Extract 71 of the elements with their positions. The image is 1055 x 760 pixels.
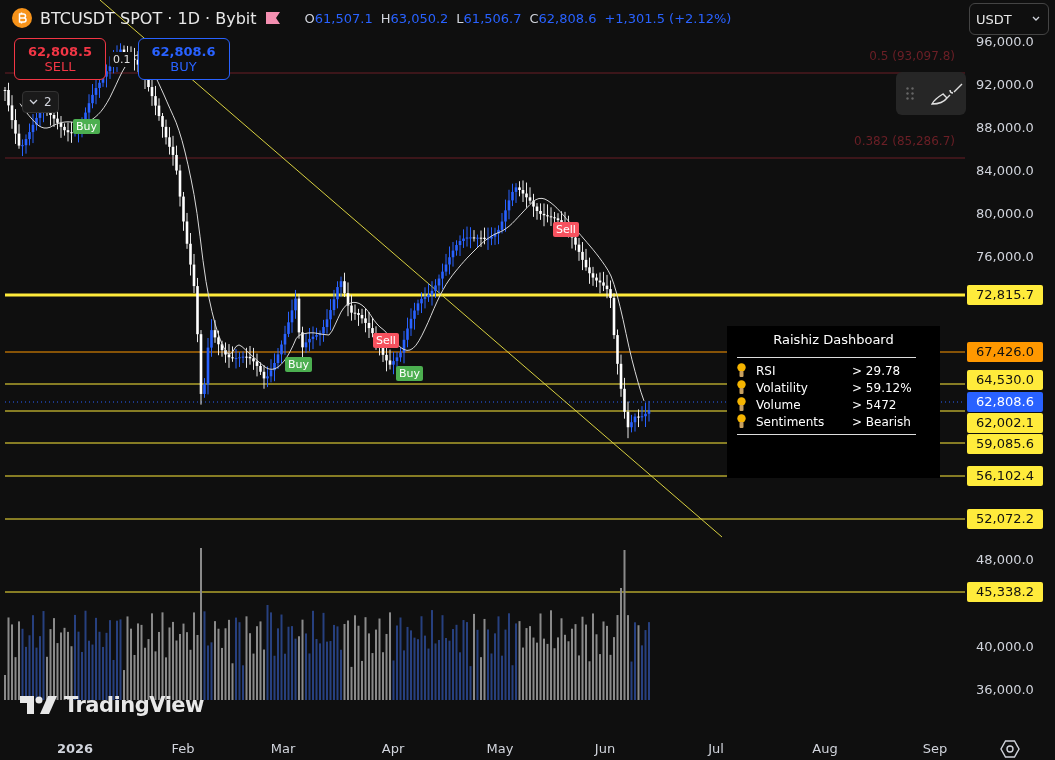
ohlc-key: O <box>304 10 315 26</box>
buy-signal: Buy <box>396 366 424 381</box>
metric-label: RSI <box>756 363 777 378</box>
currency-select[interactable]: USDT <box>969 3 1049 35</box>
price-tick: 76,000.0 <box>976 248 1034 266</box>
ohlc-value: 63,050.2 <box>390 10 449 26</box>
logo-icon <box>20 695 58 715</box>
time-label: Sep <box>922 741 948 756</box>
metric-value: > Bearish <box>852 414 911 429</box>
sell-signal: Sell <box>553 222 579 237</box>
price-label: 62,808.6 <box>967 392 1043 412</box>
time-label: Aug <box>812 741 838 756</box>
time-label: Mar <box>270 741 296 756</box>
metric-value: > 59.12% <box>852 380 912 395</box>
logo-wordmark: TradingView <box>64 693 204 717</box>
price-tick: 84,000.0 <box>976 162 1034 180</box>
price-label: 52,072.2 <box>967 509 1043 529</box>
lightbulb-icon <box>737 363 746 378</box>
quantity-label: 0.1 <box>110 51 134 67</box>
price-tick: 96,000.0 <box>976 33 1034 51</box>
price-tick: 92,000.0 <box>976 76 1034 94</box>
price-tick: 88,000.0 <box>976 119 1034 137</box>
ohlc-key: C <box>529 10 539 26</box>
price-tick: 36,000.0 <box>976 681 1034 699</box>
price-label: 56,102.4 <box>967 466 1043 486</box>
metric-value: > 29.78 <box>852 363 901 378</box>
ohlc-value: 61,506.7 <box>463 10 522 26</box>
time-label: 2026 <box>56 741 94 756</box>
time-label: Feb <box>171 741 195 756</box>
sell-signal: Sell <box>373 333 399 348</box>
fib-level-label: 0.382 (85,286.7) <box>854 134 955 148</box>
indicator-toggle[interactable]: 2 <box>22 91 59 113</box>
fib-level-label: 0.5 (93,097.8) <box>869 49 955 63</box>
ohlc-value: 61,507.1 <box>314 10 373 26</box>
metric-label: Volume <box>756 397 802 412</box>
drag-handle-icon[interactable] <box>906 86 914 101</box>
price-label: 62,002.1 <box>967 413 1043 433</box>
price-label: 67,426.0 <box>967 342 1043 362</box>
flag-icon[interactable] <box>264 11 281 25</box>
time-label: Jun <box>594 741 616 756</box>
lightbulb-icon <box>737 397 746 412</box>
time-label: May <box>486 741 514 756</box>
chevron-down-icon <box>1032 16 1040 22</box>
dashboard-title: Raishiz Dashboard <box>773 332 894 347</box>
ohlc-key: H <box>380 10 391 26</box>
metric-value: > 5472 <box>852 397 897 412</box>
ohlc-key: L <box>456 10 464 26</box>
price-label: 45,338.2 <box>967 582 1043 602</box>
buy-signal: Buy <box>285 357 313 372</box>
price-tick: 48,000.0 <box>976 551 1034 569</box>
lightbulb-icon <box>737 414 746 429</box>
buy-button[interactable]: 62,808.6 BUY <box>137 38 230 80</box>
buy-signal: Buy <box>73 119 101 134</box>
time-label: Apr <box>381 741 405 756</box>
sell-button[interactable]: 62,808.5 SELL <box>14 38 106 80</box>
price-change: +1,301.5 (+2.12%) <box>604 10 732 26</box>
bitcoin-icon <box>12 8 32 28</box>
symbol-title: BTCUSDT SPOT · 1D · Bybit <box>40 8 257 28</box>
price-tick: 40,000.0 <box>976 638 1034 656</box>
price-label: 72,815.7 <box>967 285 1043 305</box>
brush-icon[interactable] <box>930 81 964 106</box>
metric-label: Sentiments <box>756 414 826 429</box>
time-label: Jul <box>708 741 724 756</box>
metric-label: Volatility <box>756 380 809 395</box>
price-tick: 80,000.0 <box>976 205 1034 223</box>
price-label: 64,530.0 <box>967 370 1043 390</box>
lightbulb-icon <box>737 380 746 395</box>
price-label: 59,085.6 <box>967 434 1043 454</box>
chevron-down-icon <box>29 99 38 105</box>
settings-icon[interactable] <box>1000 740 1020 758</box>
ohlc-value: 62,808.6 <box>538 10 597 26</box>
